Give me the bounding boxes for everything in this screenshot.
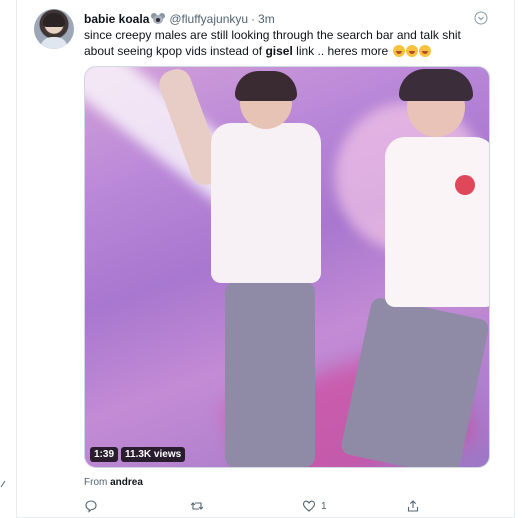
user-handle[interactable]: @fluffyajunkyu xyxy=(169,12,248,26)
timestamp[interactable]: 3m xyxy=(258,12,275,26)
avatar-hair xyxy=(43,13,65,27)
tweet-text: since creepy males are still looking thr… xyxy=(84,27,494,59)
source-app[interactable]: andrea xyxy=(110,477,143,488)
avatar-shirt xyxy=(40,37,68,49)
face-with-tongue-emoji xyxy=(392,45,405,57)
tweet-source: From andrea xyxy=(84,477,143,488)
face-with-tongue-emoji xyxy=(418,45,431,57)
separator-dot: · xyxy=(251,12,256,26)
video-frame-performer-right xyxy=(339,67,489,467)
timeline-right-border xyxy=(514,0,515,518)
like-icon xyxy=(302,500,316,512)
face-with-tongue-emoji xyxy=(405,45,418,57)
reply-icon xyxy=(85,500,97,513)
tweet-actions: 1 xyxy=(84,497,490,515)
retweet-button[interactable] xyxy=(190,497,209,515)
tweet-text-part2: link .. heres more xyxy=(292,44,389,58)
scroll-edge-marker xyxy=(0,480,6,488)
avatar[interactable] xyxy=(34,9,74,49)
video-duration: 1:39 xyxy=(90,447,119,462)
koala-icon xyxy=(151,13,166,25)
reply-button[interactable] xyxy=(84,497,103,515)
like-count: 1 xyxy=(321,500,327,512)
video-views: 11.3K views xyxy=(121,447,186,462)
caret-down-icon[interactable] xyxy=(474,11,488,25)
source-prefix: From xyxy=(84,477,108,488)
timeline-left-border xyxy=(16,0,17,518)
tweet-text-bold: gisel xyxy=(265,44,293,58)
video-player[interactable] xyxy=(84,66,490,468)
video-badges: 1:39 11.3K views xyxy=(90,447,186,462)
like-button[interactable]: 1 xyxy=(302,497,327,515)
share-button[interactable] xyxy=(406,497,425,515)
tweet-header: babie koala @fluffyajunkyu · 3m xyxy=(84,11,275,27)
retweet-icon xyxy=(190,502,204,510)
display-name[interactable]: babie koala xyxy=(84,12,149,26)
share-icon xyxy=(407,500,419,512)
video-frame-performer-left xyxy=(155,67,325,467)
